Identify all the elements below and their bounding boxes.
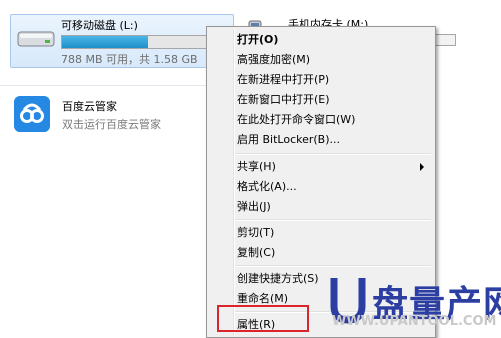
- menu-gutter: [233, 29, 235, 337]
- program-name: 百度云管家: [62, 100, 117, 113]
- menu-separator: [235, 219, 431, 221]
- menu-item-open-command-window[interactable]: 在此处打开命令窗口(W): [237, 110, 355, 129]
- program-item[interactable]: 百度云管家 双击运行百度云管家: [14, 94, 214, 138]
- menu-item-format[interactable]: 格式化(A)...: [237, 177, 297, 196]
- drive-size-text: 788 MB 可用，共 1.58 GB: [61, 53, 198, 66]
- menu-item-cut[interactable]: 剪切(T): [237, 223, 274, 242]
- menu-item-encrypt[interactable]: 高强度加密(M): [237, 50, 310, 69]
- submenu-arrow-icon: [420, 163, 424, 171]
- drive-usage-fill: [62, 36, 149, 48]
- menu-separator: [235, 265, 431, 267]
- menu-item-open[interactable]: 打开(O): [237, 30, 278, 49]
- highlight-box: [217, 305, 309, 332]
- menu-item-open-new-window[interactable]: 在新窗口中打开(E): [237, 90, 330, 109]
- program-description: 双击运行百度云管家: [62, 118, 161, 131]
- menu-item-create-shortcut[interactable]: 创建快捷方式(S): [237, 269, 319, 288]
- watermark-url: WWW.UPANTOOL.COM: [332, 314, 497, 329]
- removable-drive-icon: [17, 31, 55, 47]
- menu-item-copy[interactable]: 复制(C): [237, 243, 275, 262]
- menu-separator: [235, 153, 431, 155]
- drive-tile-removable[interactable]: 可移动磁盘 (L:) 788 MB 可用，共 1.58 GB: [10, 14, 234, 68]
- menu-item-open-new-process[interactable]: 在新进程中打开(P): [237, 70, 329, 89]
- menu-item-bitlocker[interactable]: 启用 BitLocker(B)...: [237, 130, 340, 149]
- drive-usage-bar: [61, 35, 229, 49]
- menu-item-share[interactable]: 共享(H): [237, 157, 276, 176]
- menu-item-eject[interactable]: 弹出(J): [237, 197, 271, 216]
- drive-name: 可移动磁盘 (L:): [61, 19, 138, 32]
- baidu-cloud-icon: [14, 96, 50, 132]
